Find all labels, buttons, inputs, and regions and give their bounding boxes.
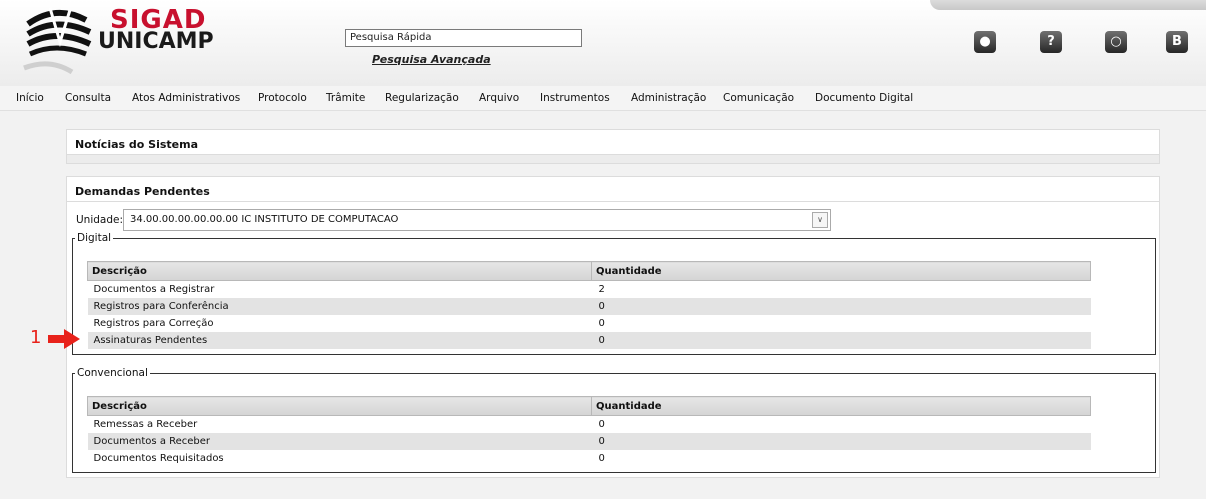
top-decoration [930,0,1206,10]
row-description[interactable]: Registros para Correção [87,315,592,332]
table-row[interactable]: Assinaturas Pendentes 0 [87,332,1091,349]
conventional-table: Descrição Quantidade Remessas a Receber … [87,396,1091,467]
chat-icon[interactable]: ○ [1105,31,1127,53]
pending-demands-title: Demandas Pendentes [75,185,210,198]
row-quantity: 0 [591,415,1091,433]
digital-table: Descrição Quantidade Documentos a Regist… [87,261,1091,349]
column-header-descricao[interactable]: Descrição [87,396,592,416]
unit-select-value: 34.00.00.00.00.00.00 IC INSTITUTO DE COM… [130,214,399,225]
menu-item-protocolo[interactable]: Protocolo [258,92,307,104]
row-description[interactable]: Remessas a Receber [87,415,592,433]
sigad-unicamp-logo[interactable]: SIGAD UNICAMP [20,2,250,80]
row-description[interactable]: Registros para Conferência [87,298,592,315]
menu-item-tramite[interactable]: Trâmite [326,92,365,104]
news-content-bar [67,154,1159,163]
menu-item-comunicacao[interactable]: Comunicação [723,92,794,104]
callout-number: 1 [30,327,42,348]
main-menu: Início Consulta Atos Administrativos Pro… [0,86,1206,111]
digital-legend: Digital [77,232,112,244]
menu-item-consulta[interactable]: Consulta [65,92,111,104]
row-quantity: 0 [591,332,1091,349]
row-quantity: 2 [591,280,1091,298]
table-header-row: Descrição Quantidade [87,396,1091,416]
table-row[interactable]: Documentos Requisitados 0 [87,450,1091,467]
table-row[interactable]: Registros para Correção 0 [87,315,1091,332]
news-panel: Notícias do Sistema [66,129,1160,164]
menu-item-atos-administrativos[interactable]: Atos Administrativos [132,92,240,104]
column-header-descricao[interactable]: Descrição [87,261,592,281]
red-arrow-icon [48,329,80,349]
menu-item-regularizacao[interactable]: Regularização [385,92,459,104]
row-description[interactable]: Assinaturas Pendentes [87,332,592,349]
news-title: Notícias do Sistema [75,138,198,151]
divider [67,201,1159,202]
chevron-down-icon[interactable]: ∨ [812,212,828,228]
menu-item-administracao[interactable]: Administração [631,92,706,104]
pending-demands-panel: Demandas Pendentes Unidade: 34.00.00.00.… [66,176,1160,478]
menu-item-documento-digital[interactable]: Documento Digital [815,92,913,104]
row-description[interactable]: Documentos a Receber [87,433,592,450]
unit-label: Unidade: [76,214,124,226]
unit-select[interactable]: 34.00.00.00.00.00.00 IC INSTITUTO DE COM… [123,209,831,231]
menu-item-instrumentos[interactable]: Instrumentos [540,92,610,104]
menu-item-inicio[interactable]: Início [16,92,44,104]
quick-search-input[interactable]: Pesquisa Rápida [345,29,582,47]
menu-item-arquivo[interactable]: Arquivo [479,92,519,104]
column-header-quantidade[interactable]: Quantidade [591,261,1091,281]
logo-unicamp-text: UNICAMP [98,29,214,54]
table-row[interactable]: Documentos a Receber 0 [87,433,1091,450]
row-quantity: 0 [591,298,1091,315]
row-description[interactable]: Documentos a Registrar [87,280,592,298]
header: SIGAD UNICAMP Pesquisa Rápida Pesquisa A… [0,0,1206,86]
conventional-group: Convencional Descrição Quantidade Remess… [72,367,1156,473]
help-icon[interactable]: ? [1040,31,1062,53]
table-row[interactable]: Registros para Conferência 0 [87,298,1091,315]
conventional-legend: Convencional [77,367,148,379]
user-icon[interactable]: ● [974,31,996,53]
b-icon[interactable]: B [1166,31,1188,53]
table-row[interactable]: Remessas a Receber 0 [87,415,1091,433]
row-quantity: 0 [591,433,1091,450]
unicamp-logo-icon [23,7,92,75]
column-header-quantidade[interactable]: Quantidade [591,396,1091,416]
table-row[interactable]: Documentos a Registrar 2 [87,280,1091,298]
row-quantity: 0 [591,450,1091,467]
digital-group: Digital Descrição Quantidade Documentos … [72,232,1156,355]
table-header-row: Descrição Quantidade [87,261,1091,281]
row-quantity: 0 [591,315,1091,332]
advanced-search-link[interactable]: Pesquisa Avançada [372,53,491,66]
row-description[interactable]: Documentos Requisitados [87,450,592,467]
